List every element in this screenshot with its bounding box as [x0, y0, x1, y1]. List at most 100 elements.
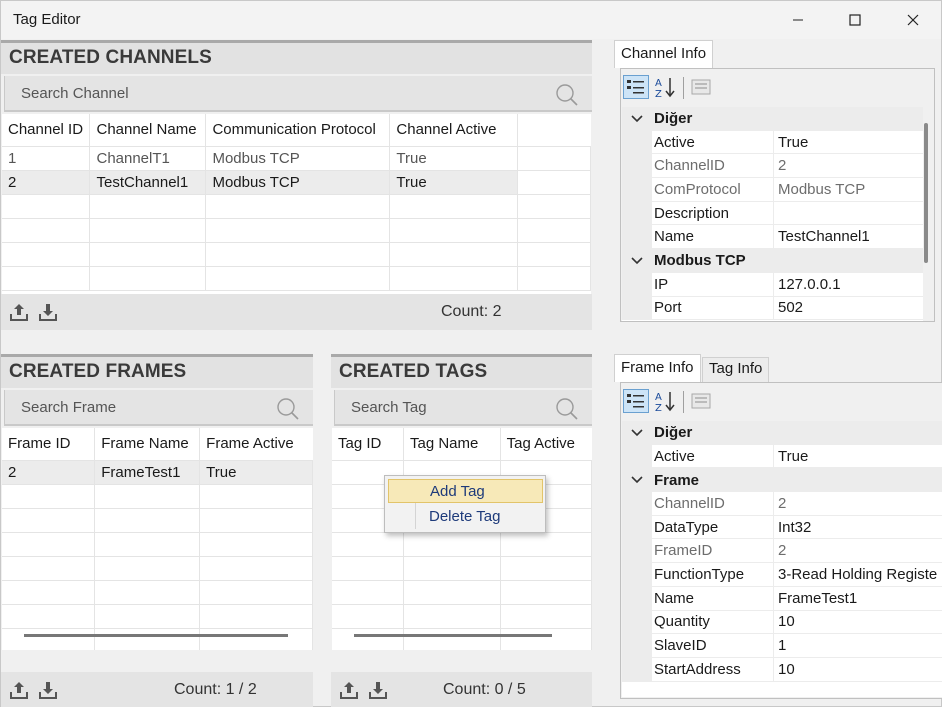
table-row-selected[interactable]: 2 TestChannel1 Modbus TCP True	[2, 170, 591, 195]
property-row[interactable]: SlaveID 1	[622, 634, 942, 658]
property-value[interactable]: 127.0.0.1	[774, 273, 923, 297]
property-row[interactable]: Active True	[622, 444, 942, 469]
property-value[interactable]: Int32	[774, 516, 942, 540]
table-row[interactable]: 1 ChannelT1 Modbus TCP True	[2, 146, 591, 171]
property-name: Name	[652, 225, 774, 250]
chevron-down-icon[interactable]	[622, 468, 652, 493]
cell-empty	[517, 170, 591, 195]
cell[interactable]: True	[389, 170, 519, 195]
property-value[interactable]: 2	[774, 154, 923, 179]
upload-icon[interactable]	[9, 302, 29, 322]
cell[interactable]: 1	[2, 146, 91, 171]
column-header[interactable]: Channel Name	[89, 114, 207, 147]
cell[interactable]: True	[199, 460, 313, 485]
row-indent	[622, 272, 652, 297]
maximize-button[interactable]	[826, 1, 884, 39]
property-row[interactable]: ChannelID 2	[622, 492, 942, 516]
empty-row	[332, 532, 592, 557]
property-pages-icon[interactable]	[689, 389, 715, 413]
channels-count: Count: 2	[441, 303, 502, 320]
property-value[interactable]	[774, 202, 923, 226]
download-icon[interactable]	[38, 680, 58, 700]
property-value[interactable]: Modbus TCP	[774, 178, 923, 202]
property-name: StartAddress	[652, 657, 774, 682]
column-header[interactable]: Frame ID	[2, 428, 96, 461]
property-value[interactable]: True	[774, 131, 923, 155]
table-row-selected[interactable]: 2 FrameTest1 True	[2, 460, 313, 485]
property-category[interactable]: Diğer	[622, 107, 923, 131]
cell[interactable]: ChannelT1	[89, 146, 207, 171]
column-header[interactable]: Tag Active	[500, 428, 592, 461]
tag-search-input[interactable]: Search Tag	[334, 390, 592, 426]
tab-channel-info[interactable]: Channel Info	[614, 40, 714, 68]
chevron-down-icon[interactable]	[622, 421, 652, 445]
column-header[interactable]: Tag Name	[403, 428, 501, 461]
property-row[interactable]: Active True	[622, 130, 923, 155]
column-header[interactable]: Channel Active	[389, 114, 519, 147]
column-header[interactable]: Channel ID	[2, 114, 91, 147]
cell[interactable]: Modbus TCP	[205, 170, 391, 195]
frame-search-input[interactable]: Search Frame	[4, 390, 313, 426]
channel-search-input[interactable]: Search Channel	[4, 76, 592, 112]
column-header[interactable]: Tag ID	[332, 428, 404, 461]
property-value[interactable]: 10	[774, 658, 942, 682]
property-category[interactable]: Diğer	[622, 421, 942, 445]
column-header[interactable]: Frame Name	[94, 428, 201, 461]
sort-alphabetical-icon[interactable]: AZ	[653, 389, 679, 413]
cell[interactable]: 2	[2, 460, 96, 485]
add-tag-menu-item[interactable]: Add Tag	[388, 479, 543, 503]
download-icon[interactable]	[38, 302, 58, 322]
delete-tag-menu-item[interactable]: Delete Tag	[388, 505, 543, 529]
tab-tag-info[interactable]: Tag Info	[702, 357, 770, 382]
search-icon[interactable]	[276, 397, 300, 421]
tab-frame-info[interactable]: Frame Info	[614, 354, 701, 382]
property-row[interactable]: FrameID 2	[622, 539, 942, 564]
property-category[interactable]: Modbus TCP	[622, 249, 923, 273]
property-row[interactable]: Quantity 10	[622, 610, 942, 635]
cell[interactable]: FrameTest1	[94, 460, 201, 485]
property-value[interactable]: 1	[774, 634, 942, 658]
chevron-down-icon[interactable]	[622, 107, 652, 131]
categorized-view-icon[interactable]	[623, 389, 649, 413]
property-value[interactable]: 3-Read Holding Registe	[774, 563, 942, 587]
property-row[interactable]: ComProtocol Modbus TCP	[622, 178, 923, 202]
property-row[interactable]: Description	[622, 201, 923, 226]
property-row[interactable]: FunctionType 3-Read Holding Registe	[622, 563, 942, 587]
property-value[interactable]: 2	[774, 539, 942, 564]
cell[interactable]: Modbus TCP	[205, 146, 391, 171]
property-row[interactable]: ChannelID 2	[622, 154, 923, 179]
tags-footer: Count: 0 / 5	[331, 672, 592, 707]
categorized-view-icon[interactable]	[623, 75, 649, 99]
cell[interactable]: TestChannel1	[89, 170, 207, 195]
sort-alphabetical-icon[interactable]: AZ	[653, 75, 679, 99]
property-value[interactable]: 10	[774, 611, 942, 635]
property-pages-icon[interactable]	[689, 75, 715, 99]
search-icon[interactable]	[555, 397, 579, 421]
download-icon[interactable]	[368, 680, 388, 700]
property-value[interactable]: TestChannel1	[774, 225, 923, 250]
property-row[interactable]: IP 127.0.0.1	[622, 272, 923, 297]
property-row[interactable]: DataType Int32	[622, 515, 942, 540]
horizontal-scrollbar[interactable]	[354, 634, 552, 637]
property-row[interactable]: Name TestChannel1	[622, 225, 923, 250]
chevron-down-icon[interactable]	[622, 249, 652, 273]
property-value[interactable]: FrameTest1	[774, 587, 942, 611]
property-row[interactable]: StartAddress 10	[622, 657, 942, 682]
column-header[interactable]: Communication Protocol	[205, 114, 391, 147]
close-button[interactable]	[884, 1, 942, 39]
upload-icon[interactable]	[9, 680, 29, 700]
minimize-button[interactable]	[769, 1, 827, 39]
cell[interactable]: True	[389, 146, 519, 171]
property-value[interactable]: 502	[774, 297, 923, 321]
property-row[interactable]: Port 502	[622, 296, 923, 321]
property-value[interactable]: 2	[774, 492, 942, 516]
search-icon[interactable]	[555, 83, 579, 107]
column-header[interactable]: Frame Active	[199, 428, 313, 461]
property-row[interactable]: Name FrameTest1	[622, 586, 942, 611]
vertical-scrollbar[interactable]	[924, 123, 928, 263]
horizontal-scrollbar[interactable]	[24, 634, 288, 637]
property-category[interactable]: Frame	[622, 468, 942, 493]
upload-icon[interactable]	[339, 680, 359, 700]
property-value[interactable]: True	[774, 445, 942, 469]
cell[interactable]: 2	[2, 170, 91, 195]
